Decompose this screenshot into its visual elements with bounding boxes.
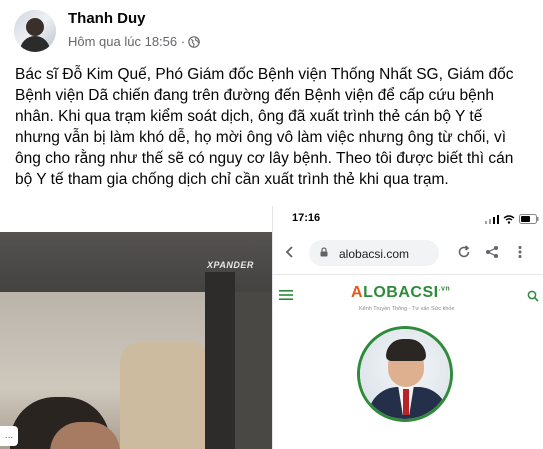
battery-icon [519,214,539,224]
url-text: alobacsi.com [339,247,410,261]
author-avatar[interactable] [14,10,56,52]
car-badge: XPANDER [207,260,254,270]
search-icon[interactable] [527,290,539,302]
logo-letter-a: A [351,284,364,301]
signal-icon [485,214,499,224]
post-text: Bác sĩ Đỗ Kim Quế, Phó Giám đốc Bệnh việ… [15,66,514,188]
logo-tagline: Kênh Truyền Thông - Tư vấn Sức khỏe [359,306,455,312]
refresh-icon[interactable] [457,245,471,259]
more-options-button[interactable]: ... [0,426,18,446]
status-bar: 17:16 [273,206,543,228]
photo-car-checkpoint[interactable]: XPANDER [0,232,272,449]
post-timestamp[interactable]: Hôm qua lúc 18:56 · [68,34,185,49]
profile-tie [403,389,409,415]
hamburger-menu-icon[interactable] [279,290,293,300]
car-pillar [205,272,235,449]
browser-actions [457,245,527,259]
status-icons [485,214,539,224]
site-header: ALOBACSI.vn Kênh Truyền Thông - Tư vấn S… [273,278,543,312]
profile-hair [386,339,426,361]
lock-icon [320,247,328,257]
post-meta: Hôm qua lúc 18:56 · [68,34,200,49]
author-name[interactable]: Thanh Duy [68,10,146,27]
logo-suffix: .vn [438,285,451,293]
avatar-head [26,18,44,36]
globe-icon [188,35,200,48]
car-side [235,292,272,449]
status-time: 17:16 [292,212,321,224]
post-header: Thanh Duy Hôm qua lúc 18:56 · [0,0,543,60]
logo-text: LOBACSI [363,284,439,301]
divider [273,274,543,275]
back-icon[interactable] [283,245,297,259]
wifi-icon [503,214,515,224]
phone-screenshot[interactable]: 17:16 alobacsi.com ALOBACSI.vn Kênh Truy… [272,206,543,449]
doctor-profile-photo [357,326,453,422]
browser-address-bar: alobacsi.com [281,239,539,267]
alobacsi-logo[interactable]: ALOBACSI.vn [351,284,450,302]
car-seat [120,342,210,449]
share-icon[interactable] [485,245,499,259]
more-vertical-icon[interactable] [513,245,527,259]
